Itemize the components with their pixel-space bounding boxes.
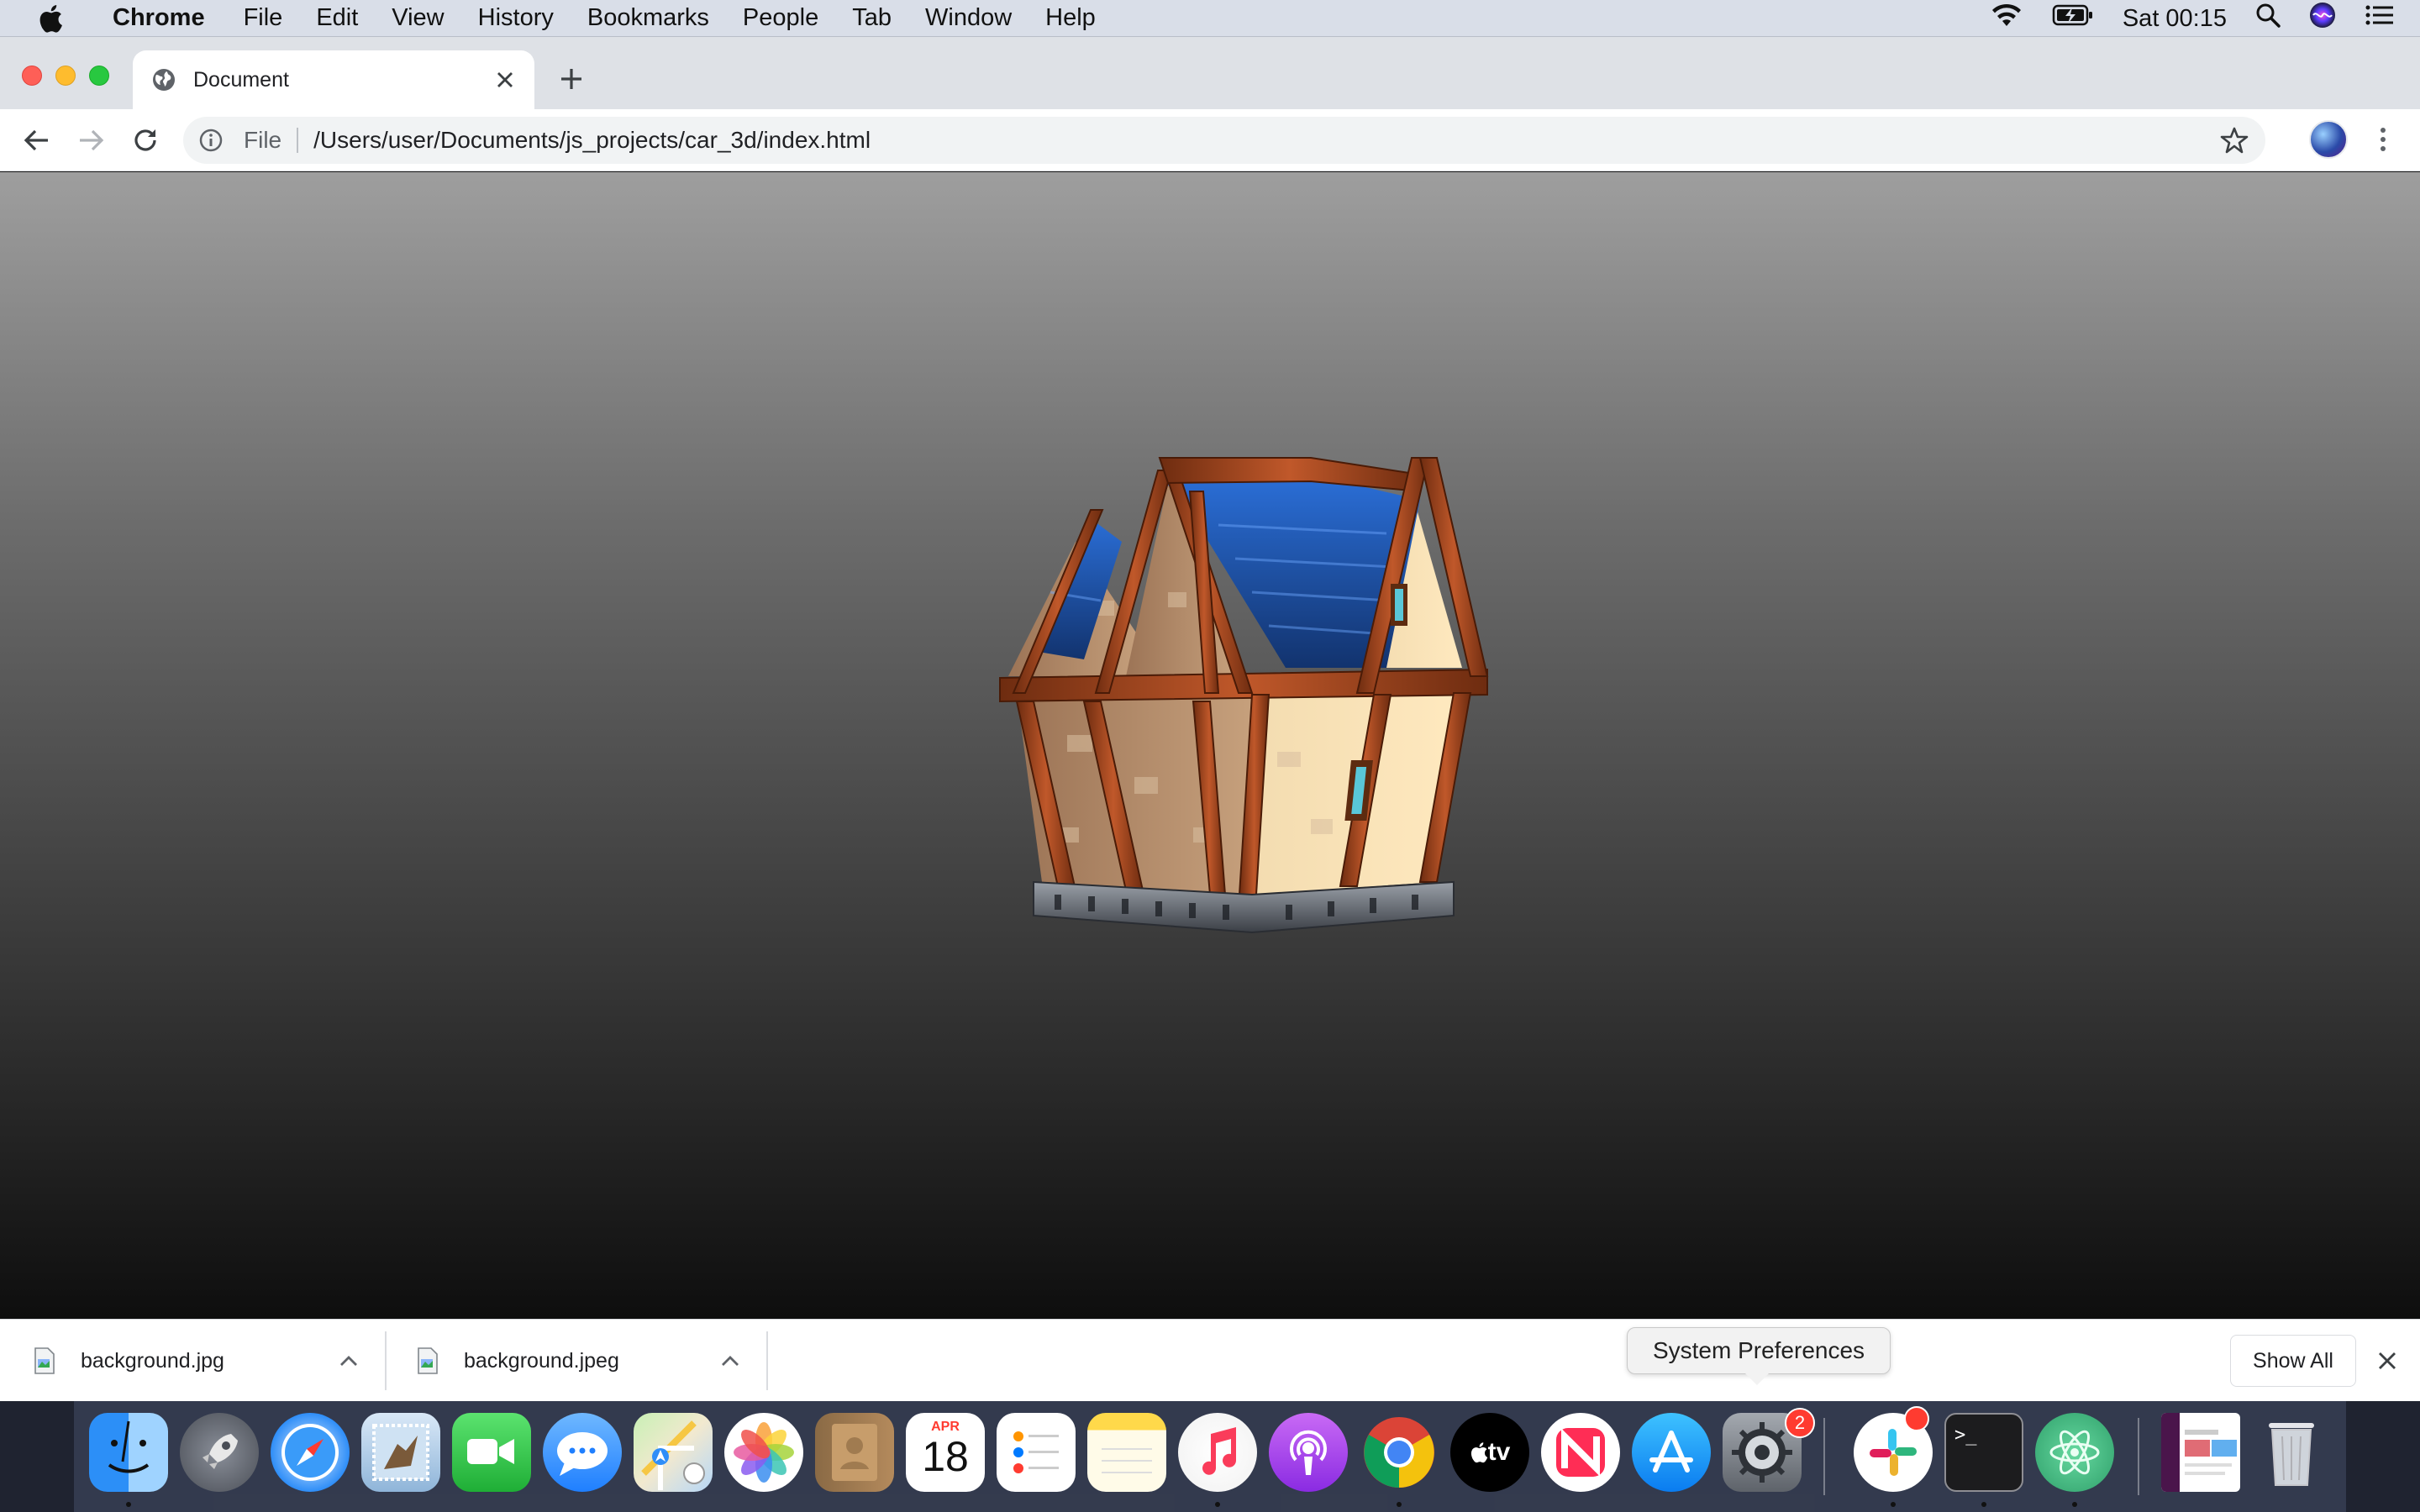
running-indicator [1891, 1502, 1896, 1507]
menu-help[interactable]: Help [1028, 4, 1113, 32]
contacts-book-icon[interactable] [815, 1413, 894, 1492]
apple-tv-label: tv [1487, 1438, 1511, 1466]
atom-editor-icon[interactable] [2035, 1413, 2114, 1492]
messages-bubble-icon[interactable] [543, 1413, 622, 1492]
reload-icon[interactable] [129, 124, 161, 156]
battery-icon[interactable] [2052, 3, 2094, 34]
download-item[interactable]: background.jpeg [383, 1320, 766, 1402]
download-shelf: background.jpg background.jpeg Show All [0, 1319, 2420, 1401]
menu-window[interactable]: Window [908, 4, 1028, 32]
apple-tv-icon[interactable]: tv [1450, 1413, 1529, 1492]
image-file-icon [34, 1347, 55, 1374]
image-file-icon [417, 1347, 439, 1374]
site-info-icon[interactable] [198, 128, 224, 153]
tab-title: Document [193, 67, 289, 92]
page-viewport[interactable] [0, 172, 2420, 1319]
dock-separator [1823, 1418, 1825, 1495]
url-text[interactable]: /Users/user/Documents/js_projects/car_3d… [313, 127, 2220, 154]
show-all-downloads-button[interactable]: Show All [2230, 1335, 2356, 1387]
music-note-icon[interactable] [1178, 1413, 1257, 1492]
window-minimize-button[interactable] [55, 66, 76, 86]
menu-tab[interactable]: Tab [835, 4, 908, 32]
download-filename: background.jpg [81, 1348, 224, 1373]
window-zoom-button[interactable] [89, 66, 109, 86]
terminal-icon[interactable]: >_ [1944, 1413, 2023, 1492]
address-bar[interactable]: File /Users/user/Documents/js_projects/c… [183, 117, 2265, 164]
maps-icon[interactable] [634, 1413, 713, 1492]
tab-close-icon[interactable] [492, 67, 518, 92]
calendar-icon[interactable]: APR 18 [906, 1413, 985, 1492]
bookmark-star-icon[interactable] [2220, 126, 2249, 155]
podcasts-icon[interactable] [1269, 1413, 1348, 1492]
notes-icon[interactable] [1087, 1413, 1166, 1492]
chevron-up-icon[interactable] [336, 1348, 361, 1373]
chevron-up-icon[interactable] [718, 1348, 743, 1373]
notification-center-icon[interactable] [2365, 3, 2395, 34]
photos-pinwheel-icon[interactable] [724, 1413, 803, 1492]
slack-notification-badge [1904, 1406, 1929, 1431]
download-filename: background.jpeg [464, 1348, 619, 1373]
dock: APR 18 tv 2 >_ [74, 1401, 2346, 1512]
url-scheme-label: File [244, 127, 282, 153]
terminal-prompt: >_ [1954, 1425, 1977, 1446]
tab-strip: Document [0, 37, 2420, 109]
running-indicator [1981, 1502, 1986, 1507]
window-close-button[interactable] [22, 66, 42, 86]
finder-icon[interactable] [89, 1413, 168, 1492]
globe-icon [151, 67, 176, 92]
menu-bookmarks[interactable]: Bookmarks [571, 4, 726, 32]
house-3d-model[interactable] [916, 424, 1504, 962]
safari-compass-icon[interactable] [271, 1413, 350, 1492]
menu-view[interactable]: View [375, 4, 460, 32]
menubar-clock[interactable]: Sat 00:15 [2123, 5, 2227, 33]
close-download-shelf-icon[interactable] [2375, 1348, 2400, 1373]
menu-bar: Chrome File Edit View History Bookmarks … [0, 0, 2420, 37]
system-preferences-badge: 2 [1785, 1408, 1815, 1438]
browser-toolbar: File /Users/user/Documents/js_projects/c… [0, 109, 2420, 171]
launchpad-rocket-icon[interactable] [180, 1413, 259, 1492]
running-indicator [126, 1502, 131, 1507]
menu-edit[interactable]: Edit [299, 4, 375, 32]
running-indicator [1397, 1502, 1402, 1507]
menu-history[interactable]: History [461, 4, 571, 32]
app-store-icon[interactable] [1632, 1413, 1711, 1492]
url-separator [297, 128, 299, 153]
tab-document[interactable]: Document [133, 50, 534, 109]
facetime-icon[interactable] [452, 1413, 531, 1492]
profile-avatar[interactable] [2309, 120, 2348, 159]
news-icon[interactable] [1541, 1413, 1620, 1492]
dock-separator [2138, 1418, 2139, 1495]
chrome-icon[interactable] [1360, 1413, 1439, 1492]
minimized-window-thumbnail[interactable] [2161, 1413, 2240, 1492]
download-item[interactable]: background.jpg [0, 1320, 385, 1402]
mail-stamp-icon[interactable] [361, 1413, 440, 1492]
trash-icon[interactable] [2252, 1413, 2331, 1492]
running-indicator [2072, 1502, 2077, 1507]
menu-file[interactable]: File [227, 4, 300, 32]
wifi-icon[interactable] [1990, 3, 2023, 34]
calendar-day: 18 [922, 1433, 969, 1480]
dock-tooltip: System Preferences [1627, 1327, 1891, 1385]
reminders-icon[interactable] [997, 1413, 1076, 1492]
download-divider [766, 1331, 768, 1390]
spotlight-search-icon[interactable] [2255, 3, 2281, 34]
chrome-menu-icon[interactable] [2373, 124, 2393, 155]
siri-icon[interactable] [2309, 2, 2336, 35]
menu-people[interactable]: People [726, 4, 835, 32]
new-tab-button[interactable] [556, 64, 587, 94]
apple-menu-icon[interactable] [34, 0, 67, 37]
menu-app-name[interactable]: Chrome [96, 4, 222, 32]
running-indicator [1215, 1502, 1220, 1507]
back-arrow-icon[interactable] [20, 124, 52, 156]
forward-arrow-icon[interactable] [76, 124, 108, 156]
